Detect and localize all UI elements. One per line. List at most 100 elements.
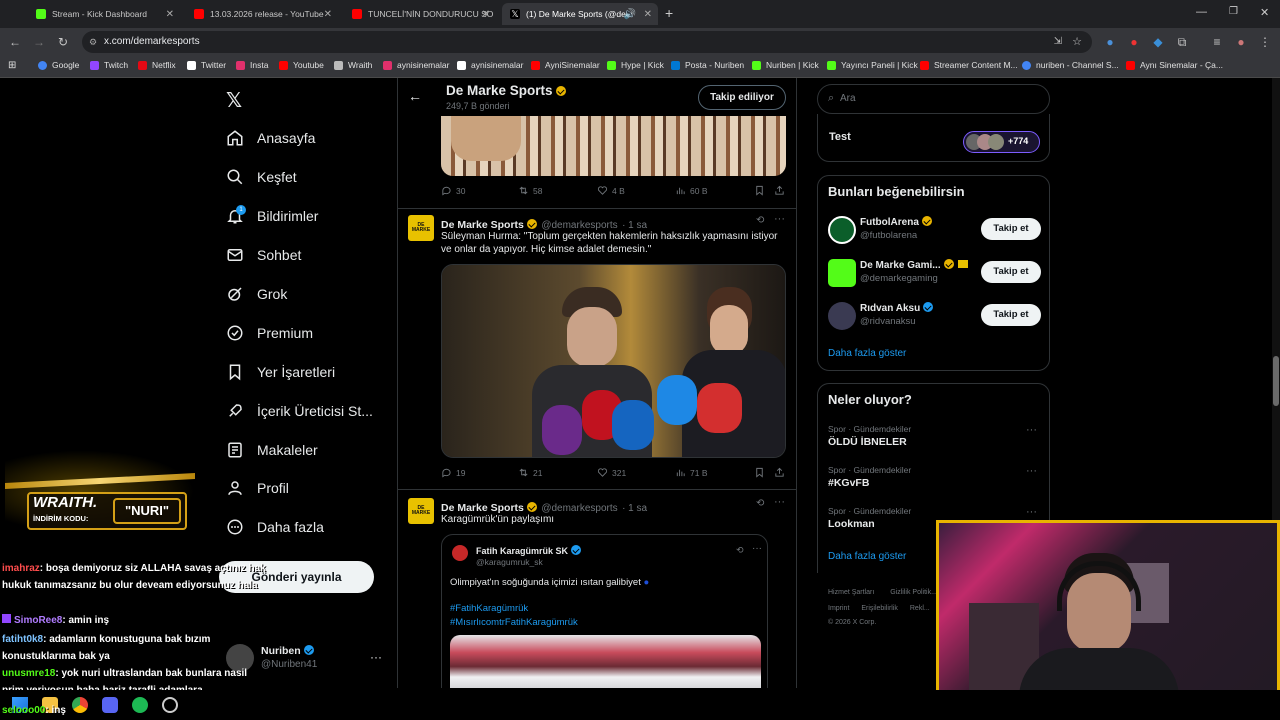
trend-name[interactable]: #KGvFB — [828, 477, 869, 489]
tweet-image[interactable] — [441, 116, 786, 176]
avatar[interactable] — [828, 216, 856, 244]
bookmark-streamer-content[interactable]: Streamer Content M... — [920, 60, 1018, 70]
trend-name[interactable]: ÖLDÜ İBNELER — [828, 436, 907, 448]
tweet-image[interactable] — [441, 264, 786, 458]
bookmark-aynisinemalar-insta[interactable]: aynisinemalar — [383, 60, 449, 70]
new-tab-button[interactable]: + — [665, 5, 673, 21]
bookmark-action[interactable] — [754, 185, 769, 196]
nav-messages[interactable]: Sohbet — [226, 241, 301, 269]
suggestion-name[interactable]: Rıdvan Aksu — [860, 302, 934, 314]
trend-menu-icon[interactable]: ··· — [1026, 424, 1037, 436]
bookmark-hype-kick[interactable]: Hype | Kick — [607, 60, 664, 70]
speaker-icon[interactable]: 🔊 — [624, 9, 636, 20]
back-arrow-icon[interactable]: ← — [408, 88, 422, 104]
bookmark-nuriben-kick[interactable]: Nuriben | Kick — [752, 60, 819, 70]
bookmark-insta[interactable]: Insta — [236, 60, 268, 70]
like-action[interactable]: 321 — [597, 467, 626, 478]
extensions-puzzle-icon[interactable]: ⧉ — [1175, 35, 1189, 49]
follow-button[interactable]: Takip et — [981, 218, 1041, 240]
avatar[interactable]: DE MARKE — [408, 215, 434, 241]
forward-icon[interactable]: → — [32, 35, 46, 49]
quote-tweet[interactable]: Fatih Karagümrük SK @karagumruk_sk ⟲ ···… — [441, 534, 768, 688]
nav-profile[interactable]: Profil — [226, 474, 289, 502]
bookmark-netflix[interactable]: Netflix — [138, 60, 176, 70]
bookmark-ayni-sinemalar[interactable]: Aynı Sinemalar - Ça... — [1126, 60, 1223, 70]
bookmark-twitch[interactable]: Twitch — [90, 60, 128, 70]
avatar[interactable]: DE MARKE — [408, 498, 434, 524]
bookmark-action[interactable] — [754, 467, 769, 478]
tab-youtube-release[interactable]: 13.03.2026 release - YouTube ✕ — [186, 3, 338, 25]
nav-premium[interactable]: Premium — [226, 319, 313, 347]
bookmark-star-icon[interactable]: ☆ — [1072, 31, 1082, 53]
close-window-icon[interactable]: ✕ — [1260, 6, 1269, 19]
scrollbar-thumb[interactable] — [1273, 356, 1279, 406]
quote-image[interactable] — [450, 635, 761, 688]
trend-name[interactable]: Lookman — [828, 518, 875, 530]
reply-action[interactable]: 19 — [441, 467, 465, 478]
footer-link[interactable]: Gizlilik Politik... — [890, 589, 937, 596]
test-avatars[interactable]: +774 — [963, 131, 1040, 153]
suggestion-name[interactable]: FutbolArena — [860, 216, 932, 228]
suggestion-name[interactable]: De Marke Gami... — [860, 259, 968, 271]
follow-button[interactable]: Takip et — [981, 261, 1041, 283]
media-icon[interactable]: ≡ — [1210, 35, 1224, 49]
back-icon[interactable]: ← — [8, 35, 22, 49]
bookmark-aynisinemalar-yt[interactable]: AyniSinemalar — [531, 60, 600, 70]
share-action[interactable] — [774, 467, 789, 478]
nav-more[interactable]: Daha fazla — [226, 513, 324, 541]
nav-home[interactable]: Anasayfa — [226, 124, 315, 152]
close-icon[interactable]: ✕ — [324, 9, 332, 20]
site-info-icon[interactable]: ⚙ — [89, 31, 97, 53]
bookmark-wraith[interactable]: Wraith — [334, 60, 372, 70]
nav-grok[interactable]: Grok — [226, 280, 287, 308]
footer-link[interactable]: Erişilebilirlik — [861, 605, 898, 612]
views-action[interactable]: 60 B — [675, 185, 708, 196]
bookmark-posta[interactable]: Posta - Nuriben — [671, 60, 744, 70]
retweet-action[interactable]: 58 — [518, 185, 542, 196]
retweet-action[interactable]: 21 — [518, 467, 542, 478]
tweet-menu-icon[interactable]: ··· — [774, 496, 785, 508]
minimize-icon[interactable]: — — [1196, 6, 1207, 18]
search-input[interactable]: ⌕ Ara — [817, 84, 1050, 114]
bookmark-google[interactable]: Google — [38, 60, 79, 70]
tab-kick-dashboard[interactable]: Stream - Kick Dashboard ✕ — [28, 3, 180, 25]
tweet-menu-icon[interactable]: ··· — [774, 213, 785, 225]
close-icon[interactable]: ✕ — [644, 9, 652, 20]
maximize-icon[interactable]: ❐ — [1229, 6, 1238, 17]
reply-action[interactable]: 30 — [441, 185, 465, 196]
grok-icon[interactable]: ⟲ — [756, 498, 764, 509]
install-app-icon[interactable]: ⇲ — [1054, 31, 1062, 53]
share-action[interactable] — [774, 185, 789, 196]
profile-avatar-icon[interactable]: ● — [1234, 35, 1248, 49]
avatar[interactable] — [828, 302, 856, 330]
footer-link[interactable]: Imprint — [828, 605, 849, 612]
bookmark-nuriben-channel[interactable]: nuriben - Channel S... — [1022, 60, 1119, 70]
show-more-link[interactable]: Daha fazla göster — [828, 348, 906, 359]
footer-link[interactable]: Hizmet Şartları — [828, 589, 874, 596]
bookmark-aynisinemalar-x[interactable]: aynisinemalar — [457, 60, 523, 70]
bookmark-youtube[interactable]: Youtube — [279, 60, 324, 70]
close-icon[interactable]: ✕ — [166, 9, 174, 20]
extension-icon[interactable]: ● — [1127, 35, 1141, 49]
account-menu-icon[interactable]: ··· — [370, 650, 382, 664]
close-icon[interactable]: ✕ — [482, 9, 490, 20]
nav-explore[interactable]: Keşfet — [226, 163, 297, 191]
trend-menu-icon[interactable]: ··· — [1026, 506, 1037, 518]
like-action[interactable]: 4 B — [597, 185, 625, 196]
grok-icon[interactable]: ⟲ — [736, 545, 744, 556]
quote-menu-icon[interactable]: ··· — [752, 543, 762, 554]
hashtag-link[interactable]: #FatihKaragümrük — [450, 603, 528, 614]
footer-link[interactable]: Rekl... — [910, 605, 930, 612]
nav-creator-studio[interactable]: İçerik Üreticisi St... — [226, 397, 373, 425]
grok-icon[interactable]: ⟲ — [756, 215, 764, 226]
avatar[interactable] — [828, 259, 856, 287]
following-button[interactable]: Takip ediliyor — [698, 85, 786, 110]
tab-youtube-tunceli[interactable]: TUNCELİ'NİN DONDURUCU SO ✕ — [344, 3, 496, 25]
follow-button[interactable]: Takip et — [981, 304, 1041, 326]
x-logo-icon[interactable]: 𝕏 — [226, 88, 242, 113]
tab-demarke-sports[interactable]: 𝕏 (1) De Marke Sports (@dem 🔊 ✕ — [502, 3, 658, 25]
bookmark-yayinci-paneli[interactable]: Yayıncı Paneli | Kick — [827, 60, 918, 70]
apps-grid-icon[interactable]: ⊞ — [8, 60, 16, 71]
shield-icon[interactable]: ◆ — [1151, 35, 1165, 49]
views-action[interactable]: 71 B — [675, 467, 708, 478]
